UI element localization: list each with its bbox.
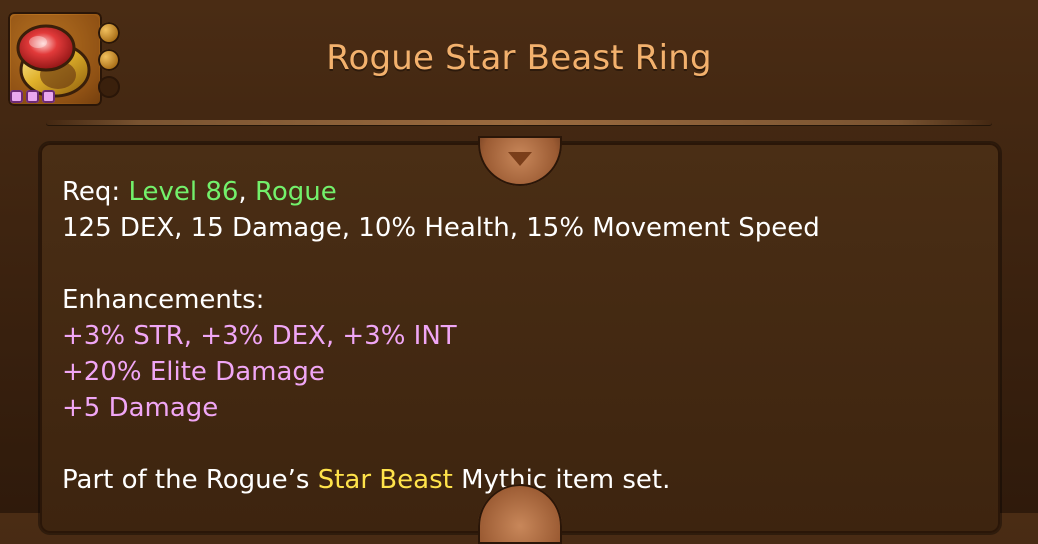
title-divider <box>46 120 992 125</box>
enhancement-line: +5 Damage <box>62 393 219 423</box>
item-title: Rogue Star Beast Ring <box>326 38 712 78</box>
enhancement-line: +20% Elite Damage <box>62 357 325 387</box>
set-info-suffix: Mythic item set. <box>461 465 671 495</box>
item-details-text: Req: Level 86, Rogue 125 DEX, 15 Damage,… <box>62 174 992 498</box>
chevron-down-icon <box>508 152 532 166</box>
enhancements-label: Enhancements: <box>62 285 265 315</box>
enhancement-line: +3% STR, +3% DEX, +3% INT <box>62 321 457 351</box>
requirements-line: Req: Level 86, Rogue <box>62 177 337 207</box>
base-stats: 125 DEX, 15 Damage, 10% Health, 15% Move… <box>62 213 820 243</box>
gem-socket-icon <box>26 90 39 103</box>
gem-sockets <box>10 90 55 103</box>
gem-socket-icon <box>42 90 55 103</box>
requirements-label: Req: <box>62 177 121 207</box>
required-class: Rogue <box>254 177 337 207</box>
gem-socket-icon <box>10 90 23 103</box>
set-info-prefix: Part of the Rogue’s <box>62 465 310 495</box>
set-name: Star Beast <box>317 465 453 495</box>
required-level: Level 86 <box>128 177 239 207</box>
empty-slot-icon <box>98 76 120 98</box>
